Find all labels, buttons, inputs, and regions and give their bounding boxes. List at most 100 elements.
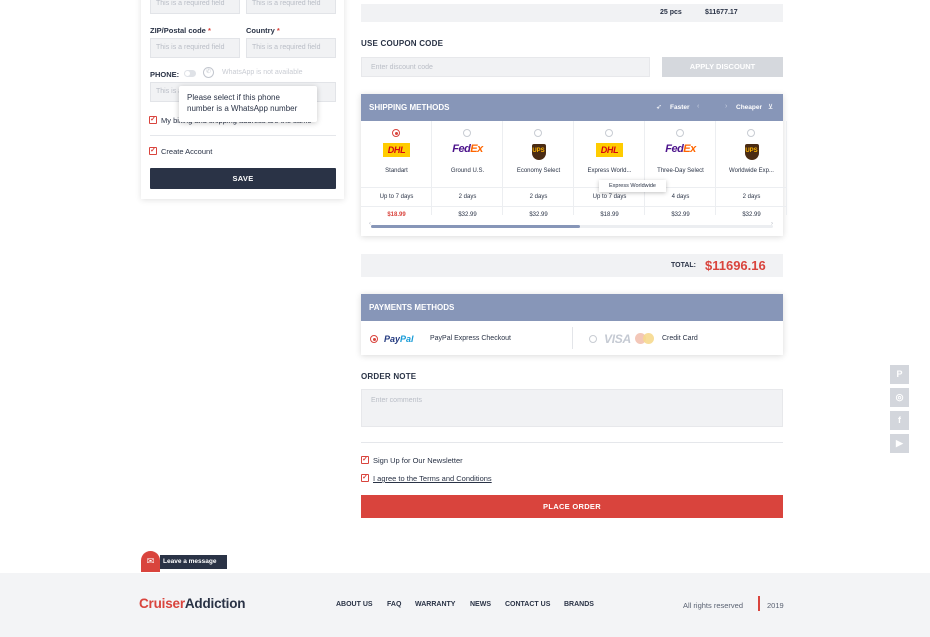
shipping-option-days: 2 days [432,187,503,206]
shipping-radio[interactable] [392,129,400,137]
shipping-option[interactable]: DHL Express World... Up to 7 days $18.99 [574,121,645,218]
divider [361,442,783,443]
divider [150,135,336,136]
shipping-option-price: $32.99 [432,206,503,222]
sort-faster[interactable]: Faster [670,104,690,111]
paypal-radio[interactable] [370,335,378,343]
create-account-label: Create Account [161,147,213,156]
chevron-left-icon[interactable]: ‹ [697,103,699,110]
footer-logo[interactable]: CruiserAddiction [139,596,246,611]
payment-methods-panel: PAYMENTS METHODS PayPal PayPal Express C… [361,294,783,355]
carrier-tooltip: Express Worldwide [599,180,666,192]
dhl-logo: DHL [574,143,645,159]
youtube-icon[interactable]: ▶ [890,434,909,453]
shipping-option-name: Three-Day Select [657,168,704,174]
payments-header: PAYMENTS METHODS [361,294,783,321]
shipping-option-price: $18.99 [361,206,432,222]
shipping-option-name: Ground U.S. [450,168,485,174]
country-label: Country * [246,26,280,35]
basket-icon: ⊻ [768,104,774,111]
newsletter-label: Sign Up for Our Newsletter [373,456,463,465]
ups-logo: UPS [716,143,787,160]
shipping-option[interactable]: UPS Worldwide Exp... 2 days $32.99 [716,121,787,218]
place-order-button[interactable]: PLACE ORDER [361,495,783,518]
save-button[interactable]: SAVE [150,168,336,189]
cart-summary-row: 25 pcs $11677.17 [361,4,783,22]
visa-logo: VISA [604,332,631,346]
leave-message-button[interactable]: Leave a message [160,555,227,569]
shipping-option-name: Economy Select [516,168,561,174]
order-note-textarea[interactable]: Enter comments [361,389,783,427]
copyright-year: 2019 [767,601,784,610]
shipping-title: SHIPPING METHODS [369,103,450,112]
footer-link-contact[interactable]: CONTACT US [505,601,550,608]
country-field[interactable]: This is a required field [246,38,336,58]
credit-card-label: Credit Card [662,335,698,342]
chevron-right-icon[interactable]: › [725,103,727,110]
scroll-right-icon[interactable]: › [771,221,773,227]
rocket-icon: ➶ [656,104,662,111]
paypal-logo: PayPal [384,334,414,344]
paypal-label: PayPal Express Checkout [430,335,511,342]
phone-label: PHONE: [150,70,180,79]
mastercard-icon [635,333,655,344]
zip-field[interactable]: This is a required field [150,38,240,58]
footer: CruiserAddiction ABOUT US FAQ WARRANTY N… [0,573,930,637]
shipping-option-name: Standart [385,168,408,174]
footer-link-faq[interactable]: FAQ [387,601,401,608]
apply-discount-button[interactable]: APPLY DISCOUNT [662,57,783,77]
shipping-radio[interactable] [463,129,471,137]
shipping-radio[interactable] [747,129,755,137]
address-field[interactable]: This is a required field [150,0,240,14]
shipping-option-price: $32.99 [716,206,787,222]
sort-cheaper[interactable]: Cheaper [736,104,762,111]
shipping-option[interactable]: DHL Standart Up to 7 days $18.99 [361,121,432,218]
shipping-option-days: 2 days [716,187,787,206]
coupon-title: USE COUPON CODE [361,39,444,48]
pinterest-icon[interactable]: P [890,365,909,384]
scrollbar-thumb[interactable] [371,225,581,228]
envelope-icon[interactable]: ✉ [141,551,160,572]
footer-divider [758,596,760,611]
whatsapp-toggle[interactable] [184,70,196,77]
total-label: TOTAL: [671,262,697,269]
footer-link-warranty[interactable]: WARRANTY [415,601,455,608]
newsletter-checkbox[interactable]: ✓ [361,456,369,464]
shipping-option-days: Up to 7 days [361,187,432,206]
order-note-title: ORDER NOTE [361,372,417,381]
city-field[interactable]: This is a required field [246,0,336,14]
create-account-checkbox[interactable]: ✓ [149,147,157,155]
same-address-checkbox[interactable]: ✓ [149,116,157,124]
total-bar: TOTAL: $11696.16 [361,254,783,277]
footer-link-brands[interactable]: BRANDS [564,601,594,608]
instagram-icon[interactable]: ◎ [890,388,909,407]
shipping-option-name: Worldwide Exp... [729,168,774,174]
footer-link-news[interactable]: NEWS [470,601,491,608]
carrier-scrollbar[interactable] [371,225,773,228]
shipping-option-price: $32.99 [503,206,574,222]
fedex-logo: FedEx [452,143,483,155]
coupon-input[interactable]: Enter discount code [361,57,650,77]
whatsapp-tooltip: Please select if this phone number is a … [179,86,317,122]
shipping-radio[interactable] [534,129,542,137]
cart-quantity: 25 pcs [660,9,682,16]
facebook-icon[interactable]: f [890,411,909,430]
payments-title: PAYMENTS METHODS [369,303,455,312]
shipping-option[interactable]: FedEx Three-Day Select 4 days $32.99 [645,121,716,218]
shipping-option-price: $32.99 [645,206,716,222]
shipping-option[interactable]: FedEx Ground U.S. 2 days $32.99 [432,121,503,218]
whatsapp-note: WhatsApp is not available [222,69,303,76]
dhl-logo: DHL [361,143,432,159]
fedex-logo: FedEx [665,143,696,155]
shipping-radio[interactable] [605,129,613,137]
shipping-radio[interactable] [676,129,684,137]
whatsapp-icon: ✆ [203,67,214,78]
shipping-option-name: Express World... [587,168,632,174]
ups-logo: UPS [503,143,574,160]
credit-card-radio[interactable] [589,335,597,343]
terms-checkbox[interactable]: ✓ [361,474,369,482]
shipping-methods-panel: SHIPPING METHODS ➶ Faster ‹ › Cheaper ⊻ … [361,94,787,236]
terms-link[interactable]: I agree to the Terms and Conditions [373,474,492,483]
footer-link-about[interactable]: ABOUT US [336,601,373,608]
shipping-option[interactable]: UPS Economy Select 2 days $32.99 [503,121,574,218]
